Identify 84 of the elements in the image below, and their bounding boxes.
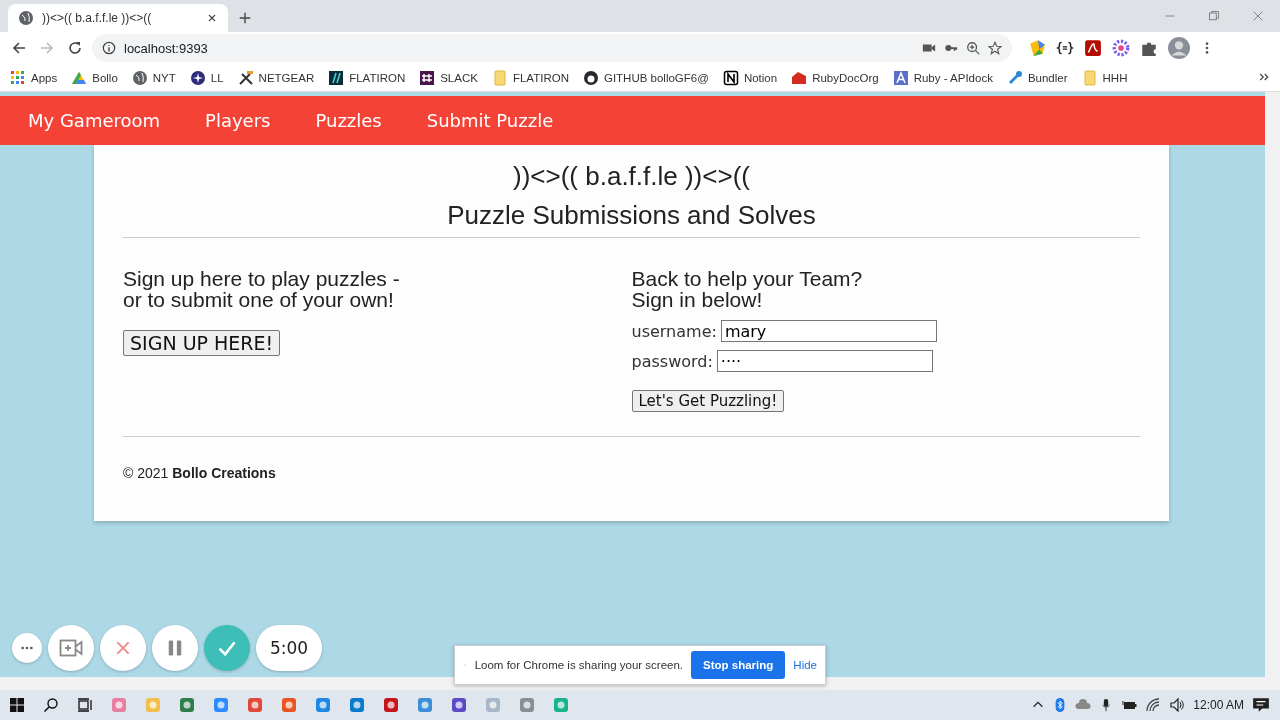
bookmark[interactable]: HHH [1081,69,1128,86]
app-icon[interactable] [417,697,433,713]
info-icon [102,41,116,55]
hide-link[interactable]: Hide [793,659,817,671]
recording-timer[interactable]: 5:00 [256,625,323,671]
browser-tab[interactable]: ))<>(( b.a.f.f.le ))<>(( [8,4,228,32]
house-icon [791,69,808,86]
n-square-icon [722,69,739,86]
field-label: username: [631,321,717,341]
globe-icon [131,69,148,86]
clock[interactable]: 12:00 AM [1193,698,1244,712]
bookmark[interactable]: GITHUB bolloGF6@ [582,69,709,86]
submit-button[interactable]: Let's Get Puzzling! [631,390,785,412]
a-square-icon [892,69,909,86]
app-icon[interactable] [519,697,535,713]
page-heading: Puzzle Submissions and Solves [447,200,816,231]
hash-icon [419,69,436,86]
stop-sharing-button[interactable]: Stop sharing [691,651,786,679]
tools-icon [237,69,254,86]
task-view-icon[interactable] [77,697,93,713]
new-tab-icon[interactable] [238,11,252,25]
speaker-icon[interactable] [1169,697,1186,713]
signup-prompt: Sign up here to play puzzles - or to submit one of your own! [123,268,400,310]
site-logo: ))<>(( b.a.f.f.le ))<>(( [513,161,750,192]
bookmark[interactable]: RubyDocOrg [791,69,879,86]
sharing-message: Loom for Chrome is sharing your screen. [474,659,684,671]
windows-start-icon[interactable] [9,697,25,713]
braces-icon[interactable] [1056,39,1074,57]
nav-link[interactable]: Players [205,110,271,131]
scrollbar[interactable] [1265,92,1280,677]
close-icon [114,639,132,657]
zoom-in-icon[interactable] [966,41,980,55]
bookmark[interactable]: NYT [131,69,176,86]
pdf-icon[interactable] [1084,39,1102,57]
nav-link[interactable]: Puzzles [315,110,382,131]
app-icon[interactable] [349,697,365,713]
finish-button[interactable] [204,625,250,671]
app-icon[interactable] [247,697,263,713]
app-icon[interactable] [179,697,195,713]
app-icon[interactable] [383,697,399,713]
input-field[interactable]: ···· [716,350,933,372]
bookmark[interactable]: Bollo [71,69,118,86]
back-arrow-icon[interactable] [11,40,27,56]
signin-prompt: Back to help your Team? Sign in below! [631,268,863,310]
add-camera-button[interactable] [48,625,94,671]
folder-icon [491,69,508,86]
notifications-icon[interactable] [1252,696,1270,714]
reload-icon[interactable] [67,40,83,56]
app-icon[interactable] [281,697,297,713]
app-icon[interactable] [213,697,229,713]
app-icon[interactable] [315,697,331,713]
wifi-icon[interactable] [1145,697,1162,713]
avatar-icon[interactable] [1168,37,1190,59]
bookmark[interactable]: LL [189,69,224,86]
app-icon[interactable] [553,697,569,713]
bookmark[interactable]: Ruby - APIdock [892,69,993,86]
globe-icon [18,10,34,26]
bookmark[interactable]: Apps [10,69,58,86]
signup-button[interactable]: SIGN UP HERE! [123,330,281,356]
nav-link[interactable]: My Gameroom [28,110,161,131]
field-label: password: [631,351,713,371]
wrench-icon [1006,69,1023,86]
burst-icon[interactable] [1112,39,1130,57]
star-icon[interactable] [988,41,1002,55]
search-icon[interactable] [43,697,59,713]
folder-icon [1081,69,1098,86]
star-circle-icon [189,69,206,86]
copyright-text: © 2021 Bollo Creations [123,465,277,481]
close-icon[interactable] [206,12,218,24]
bookmark[interactable]: FLATIRON [328,69,406,86]
slash-icon [328,69,345,86]
bookmark[interactable]: NETGEAR [237,69,315,86]
bookmark[interactable]: SLACK [419,69,478,86]
pause-button[interactable] [152,625,198,671]
input-field[interactable]: mary [720,320,937,342]
app-icon[interactable] [111,697,127,713]
apps-grid-icon [10,69,26,86]
bookmark[interactable]: FLATIRON [491,69,569,86]
nav-link[interactable]: Submit Puzzle [426,110,554,131]
address-bar[interactable]: localhost:9393 [92,34,1012,62]
bookmark[interactable]: Notion [722,69,778,86]
restore-icon[interactable] [1208,10,1220,22]
bookmark[interactable]: Bundler [1006,69,1068,86]
app-icon[interactable] [451,697,467,713]
